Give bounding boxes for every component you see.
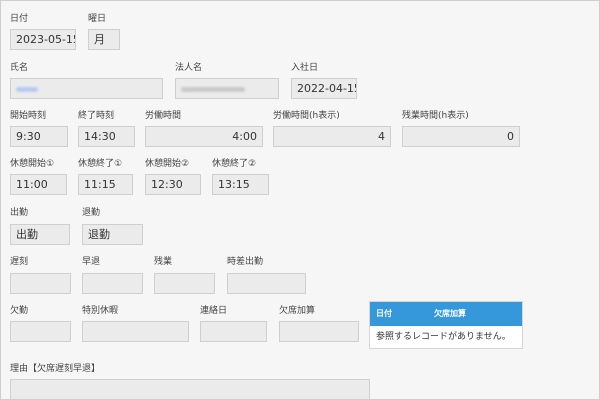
- column-header-date: 日付: [376, 309, 392, 318]
- overtime-hours-label: 残業時間(h表示): [402, 111, 469, 121]
- redacted-name: [16, 86, 38, 92]
- absence-label: 欠勤: [10, 306, 29, 316]
- redacted-corp: [181, 86, 245, 92]
- absence-field[interactable]: [10, 321, 71, 342]
- empty-message: 参照するレコードがありません。: [376, 332, 511, 342]
- staggered-field[interactable]: [227, 273, 306, 294]
- break-start-2-field[interactable]: 12:30: [145, 174, 201, 195]
- corp-field[interactable]: [175, 78, 279, 99]
- start-time-field[interactable]: 9:30: [10, 126, 68, 147]
- work-time-label: 労働時間: [145, 111, 182, 121]
- break-end-2-label: 休憩終了②: [212, 159, 257, 169]
- special-leave-label: 特別休暇: [82, 306, 119, 316]
- break-end-1-field[interactable]: 11:15: [78, 174, 133, 195]
- related-records-table: 日付 欠席加算 参照するレコードがありません。: [369, 301, 523, 349]
- clock-out-field[interactable]: 退勤: [82, 224, 143, 245]
- absence-bonus-label: 欠席加算: [279, 306, 316, 316]
- work-hours-field[interactable]: 4: [273, 126, 391, 147]
- start-time-label: 開始時刻: [10, 111, 47, 121]
- column-header-absence-bonus: 欠席加算: [434, 309, 466, 318]
- clock-in-field[interactable]: 出勤: [10, 224, 70, 245]
- work-hours-label: 労働時間(h表示): [273, 111, 340, 121]
- break-start-1-label: 休憩開始①: [10, 159, 55, 169]
- date-label: 日付: [10, 14, 29, 24]
- corp-label: 法人名: [175, 63, 203, 73]
- overtime-label: 残業: [154, 257, 173, 267]
- absence-bonus-field[interactable]: [279, 321, 359, 342]
- overtime-hours-field[interactable]: 0: [402, 126, 520, 147]
- late-label: 遅刻: [10, 257, 29, 267]
- end-time-label: 終了時刻: [78, 111, 115, 121]
- work-time-field[interactable]: 4:00: [145, 126, 263, 147]
- break-end-2-field[interactable]: 13:15: [212, 174, 269, 195]
- hire-date-label: 入社日: [291, 63, 319, 73]
- overtime-field[interactable]: [154, 273, 215, 294]
- break-start-2-label: 休憩開始②: [145, 159, 190, 169]
- early-leave-label: 早退: [82, 257, 101, 267]
- related-table-header: 日付 欠席加算: [370, 302, 522, 326]
- hire-date-field[interactable]: 2022-04-15: [291, 78, 357, 99]
- staggered-label: 時差出勤: [227, 257, 264, 267]
- end-time-field[interactable]: 14:30: [78, 126, 135, 147]
- weekday-label: 曜日: [88, 14, 107, 24]
- weekday-field[interactable]: 月: [88, 29, 120, 50]
- special-leave-field[interactable]: [82, 321, 189, 342]
- record-form: 日付 2023-05-15 曜日 月 氏名 法人名 入社日 2022-04-15…: [0, 0, 600, 400]
- contact-date-field[interactable]: [200, 321, 267, 342]
- late-field[interactable]: [10, 273, 71, 294]
- reason-label: 理由【欠席遅刻早退】: [10, 364, 101, 374]
- clock-in-label: 出勤: [10, 208, 29, 218]
- date-field[interactable]: 2023-05-15: [10, 29, 76, 50]
- reason-field[interactable]: [10, 379, 370, 400]
- name-label: 氏名: [10, 63, 29, 73]
- contact-date-label: 連絡日: [200, 306, 228, 316]
- break-start-1-field[interactable]: 11:00: [10, 174, 67, 195]
- early-leave-field[interactable]: [82, 273, 143, 294]
- break-end-1-label: 休憩終了①: [78, 159, 123, 169]
- clock-out-label: 退勤: [82, 208, 101, 218]
- name-field[interactable]: [10, 78, 163, 99]
